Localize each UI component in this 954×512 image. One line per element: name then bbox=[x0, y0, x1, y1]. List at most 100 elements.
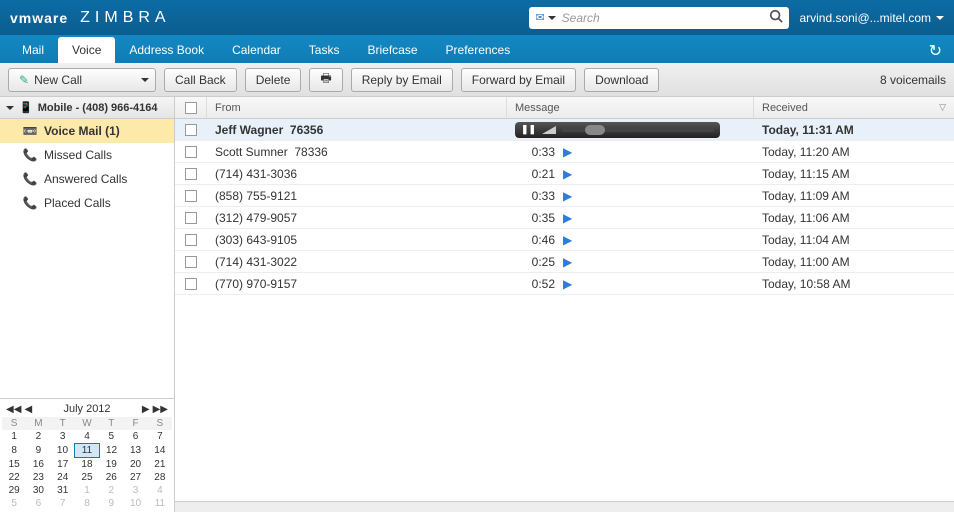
play-icon[interactable]: ▶ bbox=[563, 255, 572, 269]
calendar-day[interactable]: 6 bbox=[26, 497, 50, 510]
calendar-day[interactable]: 12 bbox=[99, 444, 123, 458]
call-back-button[interactable]: Call Back bbox=[164, 68, 237, 92]
delete-button[interactable]: Delete bbox=[245, 68, 302, 92]
calendar-day[interactable]: 21 bbox=[148, 458, 172, 472]
column-message[interactable]: Message bbox=[507, 97, 754, 118]
calendar-day[interactable]: 5 bbox=[2, 497, 26, 510]
calendar-day[interactable]: 5 bbox=[99, 430, 123, 444]
play-icon[interactable]: ▶ bbox=[563, 211, 572, 225]
calendar-day[interactable]: 24 bbox=[51, 471, 75, 484]
voicemail-row[interactable]: Jeff Wagner 76356❚❚Today, 11:31 AM bbox=[175, 119, 954, 141]
voicemail-row[interactable]: Scott Sumner 783360:33▶Today, 11:20 AM bbox=[175, 141, 954, 163]
calendar-day[interactable]: 2 bbox=[26, 430, 50, 444]
column-received[interactable]: Received ▽ bbox=[754, 97, 954, 118]
calendar-day[interactable]: 6 bbox=[123, 430, 147, 444]
calendar-day[interactable]: 31 bbox=[51, 484, 75, 497]
row-checkbox[interactable] bbox=[175, 146, 207, 158]
calendar-day[interactable]: 29 bbox=[2, 484, 26, 497]
calendar-day[interactable]: 18 bbox=[75, 458, 99, 472]
calendar-day[interactable]: 20 bbox=[123, 458, 147, 472]
new-call-button[interactable]: ✎ New Call bbox=[8, 68, 156, 92]
calendar-day[interactable]: 27 bbox=[123, 471, 147, 484]
account-header[interactable]: 📱 Mobile - (408) 966-4164 bbox=[0, 97, 174, 119]
download-button[interactable]: Download bbox=[584, 68, 659, 92]
calendar-day[interactable]: 14 bbox=[148, 444, 172, 458]
tab-tasks[interactable]: Tasks bbox=[295, 37, 354, 63]
row-checkbox[interactable] bbox=[175, 256, 207, 268]
calendar-day[interactable]: 4 bbox=[148, 484, 172, 497]
sidebar-item-answered[interactable]: 📞Answered Calls bbox=[0, 167, 174, 191]
play-icon[interactable]: ▶ bbox=[563, 277, 572, 291]
calendar-day[interactable]: 9 bbox=[99, 497, 123, 510]
reply-by-email-button[interactable]: Reply by Email bbox=[351, 68, 453, 92]
calendar-day[interactable]: 15 bbox=[2, 458, 26, 472]
calendar-day[interactable]: 13 bbox=[123, 444, 147, 458]
calendar-day[interactable]: 16 bbox=[26, 458, 50, 472]
calendar-day[interactable]: 1 bbox=[75, 484, 99, 497]
calendar-day[interactable]: 2 bbox=[99, 484, 123, 497]
search-icon[interactable] bbox=[769, 9, 783, 26]
voicemail-row[interactable]: (858) 755-91210:33▶Today, 11:09 AM bbox=[175, 185, 954, 207]
voicemail-row[interactable]: (714) 431-30360:21▶Today, 11:15 AM bbox=[175, 163, 954, 185]
calendar-day[interactable]: 1 bbox=[2, 430, 26, 444]
tab-preferences[interactable]: Preferences bbox=[432, 37, 525, 63]
tab-briefcase[interactable]: Briefcase bbox=[353, 37, 431, 63]
calendar-day[interactable]: 3 bbox=[51, 430, 75, 444]
search-type-dropdown[interactable]: ✉ bbox=[535, 11, 555, 24]
calendar-day[interactable]: 11 bbox=[148, 497, 172, 510]
calendar-day[interactable]: 9 bbox=[26, 444, 50, 458]
player-track[interactable] bbox=[562, 128, 714, 132]
row-checkbox[interactable] bbox=[175, 168, 207, 180]
column-from[interactable]: From bbox=[207, 97, 507, 118]
row-checkbox[interactable] bbox=[175, 212, 207, 224]
calendar-day[interactable]: 8 bbox=[75, 497, 99, 510]
row-checkbox[interactable] bbox=[175, 278, 207, 290]
player-thumb[interactable] bbox=[585, 125, 605, 135]
audio-player[interactable]: ❚❚ bbox=[515, 122, 720, 138]
voicemail-row[interactable]: (714) 431-30220:25▶Today, 11:00 AM bbox=[175, 251, 954, 273]
calendar-day[interactable]: 25 bbox=[75, 471, 99, 484]
calendar-day[interactable]: 19 bbox=[99, 458, 123, 472]
tab-mail[interactable]: Mail bbox=[8, 37, 58, 63]
calendar-day[interactable]: 10 bbox=[123, 497, 147, 510]
voicemail-row[interactable]: (770) 970-91570:52▶Today, 10:58 AM bbox=[175, 273, 954, 295]
calendar-day[interactable]: 17 bbox=[51, 458, 75, 472]
row-checkbox[interactable] bbox=[175, 234, 207, 246]
calendar-day[interactable]: 22 bbox=[2, 471, 26, 484]
print-button[interactable]: 🖶 bbox=[309, 68, 342, 92]
calendar-day[interactable]: 7 bbox=[51, 497, 75, 510]
refresh-icon[interactable]: ↻ bbox=[929, 41, 942, 61]
user-menu[interactable]: arvind.soni@...mitel.com bbox=[799, 11, 944, 25]
volume-icon[interactable] bbox=[542, 126, 556, 134]
forward-by-email-button[interactable]: Forward by Email bbox=[461, 68, 576, 92]
calendar-day[interactable]: 10 bbox=[51, 444, 75, 458]
play-icon[interactable]: ▶ bbox=[563, 167, 572, 181]
tab-address-book[interactable]: Address Book bbox=[115, 37, 218, 63]
calendar-day[interactable]: 23 bbox=[26, 471, 50, 484]
search-input[interactable] bbox=[562, 11, 764, 25]
play-icon[interactable]: ▶ bbox=[563, 233, 572, 247]
search-box[interactable]: ✉ bbox=[529, 7, 789, 29]
calendar-day[interactable]: 26 bbox=[99, 471, 123, 484]
calendar-day[interactable]: 11 bbox=[75, 444, 99, 458]
play-icon[interactable]: ▶ bbox=[563, 189, 572, 203]
row-checkbox[interactable] bbox=[175, 190, 207, 202]
calendar-day[interactable]: 30 bbox=[26, 484, 50, 497]
row-checkbox[interactable] bbox=[175, 124, 207, 136]
calendar-prev[interactable]: ◀◀ ◀ bbox=[6, 403, 32, 415]
calendar-day[interactable]: 4 bbox=[75, 430, 99, 444]
sidebar-item-placed[interactable]: 📞Placed Calls bbox=[0, 191, 174, 215]
calendar-day[interactable]: 28 bbox=[148, 471, 172, 484]
voicemail-row[interactable]: (312) 479-90570:35▶Today, 11:06 AM bbox=[175, 207, 954, 229]
calendar-day[interactable]: 3 bbox=[123, 484, 147, 497]
sidebar-item-voicemail[interactable]: 📼Voice Mail (1) bbox=[0, 119, 174, 143]
tab-voice[interactable]: Voice bbox=[58, 37, 115, 63]
tab-calendar[interactable]: Calendar bbox=[218, 37, 295, 63]
play-icon[interactable]: ▶ bbox=[563, 145, 572, 159]
calendar-day[interactable]: 7 bbox=[148, 430, 172, 444]
calendar-next[interactable]: ▶ ▶▶ bbox=[142, 403, 168, 415]
pause-icon[interactable]: ❚❚ bbox=[521, 124, 536, 135]
calendar-day[interactable]: 8 bbox=[2, 444, 26, 458]
sidebar-item-missed[interactable]: 📞Missed Calls bbox=[0, 143, 174, 167]
voicemail-row[interactable]: (303) 643-91050:46▶Today, 11:04 AM bbox=[175, 229, 954, 251]
